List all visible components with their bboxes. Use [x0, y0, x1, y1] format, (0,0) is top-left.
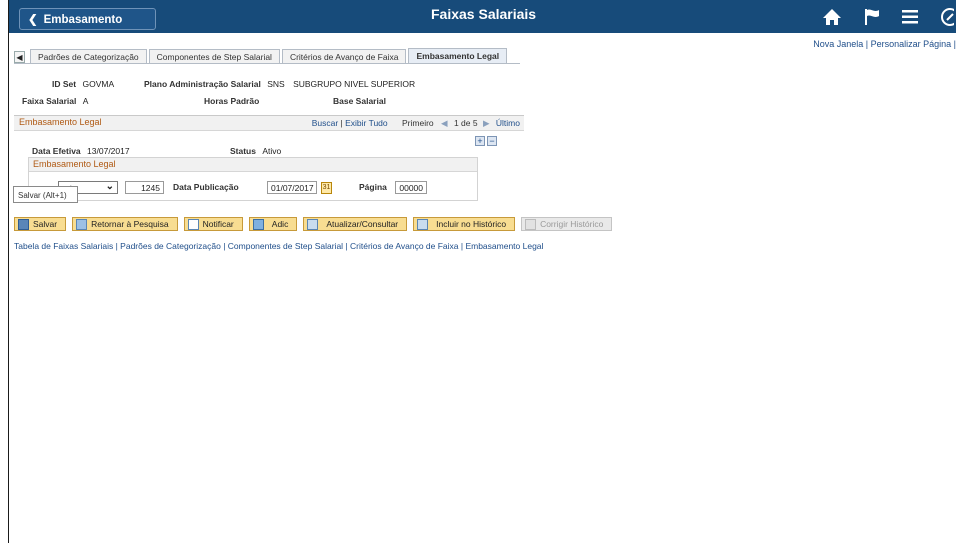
- new-window-link[interactable]: Nova Janela: [813, 39, 863, 49]
- plan-row: Plano Administração Salarial SNS SUBGRUP…: [144, 79, 415, 89]
- subpanel-title: Embasamento Legal: [29, 158, 477, 172]
- link-grade-advance[interactable]: Critérios de Avanço de Faixa: [350, 241, 459, 251]
- search-link[interactable]: Buscar: [312, 118, 338, 128]
- view-all-link[interactable]: Exibir Tudo: [345, 118, 388, 128]
- grade-row: Faixa Salarial A: [22, 96, 88, 106]
- frame-border: [8, 0, 9, 543]
- pubdate-input[interactable]: 01/07/2017: [267, 181, 317, 194]
- update-display-button[interactable]: Atualizar/Consultar: [303, 217, 408, 231]
- status-value: Ativo: [262, 146, 282, 156]
- tab-categorization[interactable]: Padrões de Categorização: [30, 49, 147, 63]
- return-label: Retornar à Pesquisa: [91, 219, 169, 229]
- add-row-icon[interactable]: +: [475, 136, 485, 146]
- legal-basis-panel-header: Embasamento Legal Buscar | Exibir Tudo P…: [14, 115, 524, 131]
- first-label: Primeiro: [402, 118, 434, 128]
- tab-scroll-left-icon[interactable]: ◀: [14, 51, 25, 63]
- setid-value: GOVMA: [82, 79, 115, 89]
- flag-icon[interactable]: [864, 8, 880, 26]
- link-categorization[interactable]: Padrões de Categorização: [120, 241, 221, 251]
- chevron-down-icon: ⌄: [105, 181, 114, 192]
- history-icon: [417, 218, 429, 230]
- history-label: Incluir no Histórico: [436, 219, 507, 229]
- navbar-icon[interactable]: [940, 8, 954, 26]
- last-link[interactable]: Último: [496, 118, 520, 128]
- top-navbar: ❮ Embasamento Legal Faixas Salariais: [9, 0, 956, 48]
- std-hours-label: Horas Padrão: [204, 96, 260, 106]
- link-step-components[interactable]: Componentes de Step Salarial: [228, 241, 343, 251]
- home-icon[interactable]: [822, 8, 842, 26]
- return-to-search-button[interactable]: Retornar à Pesquisa: [72, 217, 178, 231]
- save-label: Salvar: [33, 219, 58, 229]
- menu-icon[interactable]: [902, 10, 918, 24]
- tab-grade-advance[interactable]: Critérios de Avanço de Faixa: [281, 49, 407, 63]
- effdt-value: 13/07/2017: [87, 146, 130, 156]
- calendar-icon[interactable]: 31: [321, 182, 332, 194]
- setid-label: ID Set: [52, 79, 77, 89]
- footer-links: Tabela de Faixas Salariais | Padrões de …: [14, 241, 543, 251]
- status-row: Status Ativo: [230, 146, 281, 156]
- plan-description: SUBGRUPO NIVEL SUPERIOR: [293, 79, 416, 89]
- row-actions: + −: [475, 136, 497, 146]
- chevron-left-icon: ❮: [28, 14, 38, 26]
- toolbar: Salvar Retornar à Pesquisa Notificar Adi…: [14, 217, 613, 231]
- effdt-row: Data Efetiva 13/07/2017: [32, 146, 130, 156]
- tab-bar: ◀ Padrões de Categorização Componentes d…: [14, 48, 509, 63]
- update-icon: [307, 218, 319, 230]
- pubdate-label: Data Publicação: [173, 182, 239, 192]
- back-button[interactable]: ❮ Embasamento Legal: [19, 8, 156, 48]
- separator: |: [220, 241, 228, 251]
- grade-label: Faixa Salarial: [22, 96, 77, 106]
- save-tooltip: Salvar (Alt+1): [13, 186, 78, 203]
- add-label: Adic: [271, 219, 289, 229]
- page-label: Página: [359, 182, 387, 192]
- notify-button[interactable]: Notificar: [183, 217, 243, 231]
- correct-history-icon: [525, 218, 537, 230]
- salary-basis-label: Base Salarial: [333, 96, 386, 106]
- tab-step-components[interactable]: Componentes de Step Salarial: [148, 49, 280, 63]
- tab-divider: [14, 63, 520, 64]
- tab-legal-basis[interactable]: Embasamento Legal: [408, 48, 508, 63]
- delete-row-icon[interactable]: −: [487, 136, 497, 146]
- panel-title: Embasamento Legal: [19, 117, 102, 127]
- back-button-label: Embasamento Legal: [28, 14, 123, 48]
- link-salary-grades-table[interactable]: Tabela de Faixas Salariais: [14, 241, 113, 251]
- grade-value: A: [82, 96, 89, 106]
- add-icon: [252, 218, 264, 230]
- top-icons: [822, 6, 956, 28]
- save-icon: [18, 218, 29, 230]
- page-input[interactable]: 00000: [395, 181, 427, 194]
- correct-history-label: Corrigir Histórico: [540, 219, 604, 229]
- status-label: Status: [230, 146, 256, 156]
- legal-number-input[interactable]: 1245: [125, 181, 164, 194]
- separator: |: [951, 39, 956, 49]
- plan-value: SNS: [267, 79, 285, 89]
- effdt-label: Data Efetiva: [32, 146, 81, 156]
- notify-label: Notificar: [202, 219, 234, 229]
- next-icon[interactable]: ▶: [483, 118, 490, 128]
- return-icon: [76, 218, 88, 230]
- previous-icon[interactable]: ◀: [441, 118, 448, 128]
- panel-navigation: Buscar | Exibir Tudo Primeiro ◀ 1 de 5 ▶…: [312, 118, 520, 129]
- correct-history-button[interactable]: Corrigir Histórico: [521, 217, 613, 231]
- page-title: Faixas Salariais: [431, 6, 537, 22]
- row-count: 1 de 5: [453, 118, 478, 128]
- plan-label: Plano Administração Salarial: [144, 79, 261, 89]
- include-history-button[interactable]: Incluir no Histórico: [413, 217, 516, 231]
- save-button[interactable]: Salvar: [14, 217, 67, 231]
- separator: |: [343, 241, 350, 251]
- add-button[interactable]: Adic: [248, 217, 298, 231]
- personalize-page-link[interactable]: Personalizar Página: [871, 39, 952, 49]
- header-links: Nova Janela | Personalizar Página |: [813, 39, 956, 49]
- setid-row: ID Set GOVMA: [52, 79, 114, 89]
- link-legal-basis[interactable]: Embasamento Legal: [465, 241, 543, 251]
- update-label: Atualizar/Consultar: [326, 219, 399, 229]
- separator: |: [863, 39, 871, 49]
- notify-icon: [187, 218, 199, 230]
